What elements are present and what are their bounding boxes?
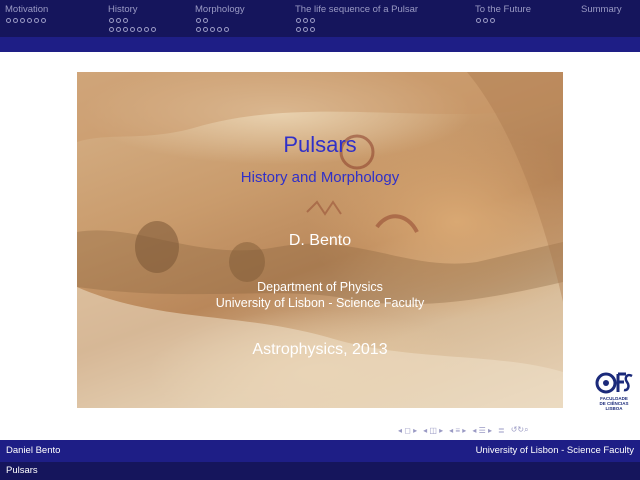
- frame-dot-icon[interactable]: [310, 27, 315, 32]
- frame-dot-icon[interactable]: [13, 18, 18, 23]
- author-name: D. Bento: [288, 232, 352, 249]
- section-progress-dots: [296, 17, 315, 35]
- frame-dot-icon[interactable]: [123, 18, 128, 23]
- frame-dot-icon[interactable]: [210, 27, 215, 32]
- presentation-title: Pulsars: [283, 132, 357, 157]
- frame-dot-icon[interactable]: [217, 27, 222, 32]
- section-progress-dots: [109, 17, 156, 35]
- dot-row: [196, 17, 229, 26]
- dot-row: [476, 17, 495, 26]
- nav-previous-slide-icon[interactable]: ◂ ◻ ▸: [398, 426, 417, 435]
- frame-dot-icon[interactable]: [310, 18, 315, 23]
- footer-institute: University of Lisbon - Science Faculty: [475, 445, 634, 456]
- presentation-subtitle: History and Morphology: [240, 169, 400, 186]
- section-list: Motivation History Morphology The life sequ…: [0, 0, 640, 37]
- frame-dot-icon[interactable]: [151, 27, 156, 32]
- institute-university: University of Lisbon - Science Faculty: [215, 296, 425, 310]
- frame-dot-icon[interactable]: [130, 27, 135, 32]
- section-link[interactable]: Morphology: [195, 4, 245, 15]
- dot-row: [296, 26, 315, 35]
- frame-dot-icon[interactable]: [20, 18, 25, 23]
- frame-dot-icon[interactable]: [483, 18, 488, 23]
- frame-dot-icon[interactable]: [109, 18, 114, 23]
- frame-dot-icon[interactable]: [6, 18, 11, 23]
- presentation-date: Astrophysics, 2013: [252, 341, 388, 358]
- frame-dot-icon[interactable]: [137, 27, 142, 32]
- faculty-logo-icon: [595, 372, 633, 394]
- frame-dot-icon[interactable]: [303, 18, 308, 23]
- section-link[interactable]: Motivation: [5, 4, 48, 15]
- frame-dot-icon[interactable]: [490, 18, 495, 23]
- section-link[interactable]: Summary: [581, 4, 622, 15]
- section-navigation-bar: Motivation History Morphology The life sequ…: [0, 0, 640, 37]
- frame-dot-icon[interactable]: [123, 27, 128, 32]
- faculty-logo: FACULDADE DE CIÊNCIAS LISBOA: [594, 369, 634, 415]
- nav-previous-section-icon[interactable]: ◂ ☰ ▸: [472, 426, 492, 435]
- footer-author: Daniel Bento: [6, 445, 61, 456]
- frame-dot-icon[interactable]: [116, 27, 121, 32]
- section-link[interactable]: To the Future: [475, 4, 531, 15]
- faculty-logo-text: FACULDADE DE CIÊNCIAS LISBOA: [594, 396, 634, 411]
- frame-dot-icon[interactable]: [303, 27, 308, 32]
- frame-dot-icon[interactable]: [203, 18, 208, 23]
- frame-dot-icon[interactable]: [224, 27, 229, 32]
- dot-row: [196, 26, 229, 35]
- frame-dot-icon[interactable]: [144, 27, 149, 32]
- section-link[interactable]: The life sequence of a Pulsar: [295, 4, 418, 15]
- section-link[interactable]: History: [108, 4, 138, 15]
- logo-text-line: LISBOA: [605, 406, 623, 411]
- frame-dot-icon[interactable]: [196, 18, 201, 23]
- footer-bar: Daniel Bento University of Lisbon - Scie…: [0, 440, 640, 462]
- nav-previous-frame-icon[interactable]: ◂ ◫ ▸: [423, 426, 443, 435]
- nav-align-icon[interactable]: ≣: [498, 426, 505, 435]
- footer-short-title: Pulsars: [6, 465, 38, 476]
- frame-dot-icon[interactable]: [41, 18, 46, 23]
- section-progress-dots: [476, 17, 495, 26]
- footer-title-bar: Pulsars: [0, 462, 640, 480]
- section-progress-dots: [6, 17, 46, 26]
- title-background-photo: Pulsars History and Morphology D. Bento …: [77, 72, 563, 408]
- nav-search-icon[interactable]: ↺↻⌕: [511, 425, 529, 435]
- frame-dot-icon[interactable]: [109, 27, 114, 32]
- frame-dot-icon[interactable]: [203, 27, 208, 32]
- frame-dot-icon[interactable]: [296, 27, 301, 32]
- dot-row: [6, 17, 46, 26]
- beamer-navigation-symbols: ◂ ◻ ▸ ◂ ◫ ▸ ◂ ≡ ▸ ◂ ☰ ▸ ≣ ↺↻⌕: [398, 424, 638, 436]
- frame-dot-icon[interactable]: [34, 18, 39, 23]
- title-block: Pulsars History and Morphology D. Bento …: [77, 72, 563, 408]
- dot-row: [296, 17, 315, 26]
- subsection-band: [0, 37, 640, 52]
- frame-dot-icon[interactable]: [116, 18, 121, 23]
- frame-dot-icon[interactable]: [296, 18, 301, 23]
- nav-previous-subsection-icon[interactable]: ◂ ≡ ▸: [449, 426, 466, 435]
- dot-row: [109, 17, 156, 26]
- institute-department: Department of Physics: [257, 280, 383, 294]
- frame-dot-icon[interactable]: [476, 18, 481, 23]
- dot-row: [109, 26, 156, 35]
- frame-dot-icon[interactable]: [196, 27, 201, 32]
- section-progress-dots: [196, 17, 229, 35]
- frame-dot-icon[interactable]: [27, 18, 32, 23]
